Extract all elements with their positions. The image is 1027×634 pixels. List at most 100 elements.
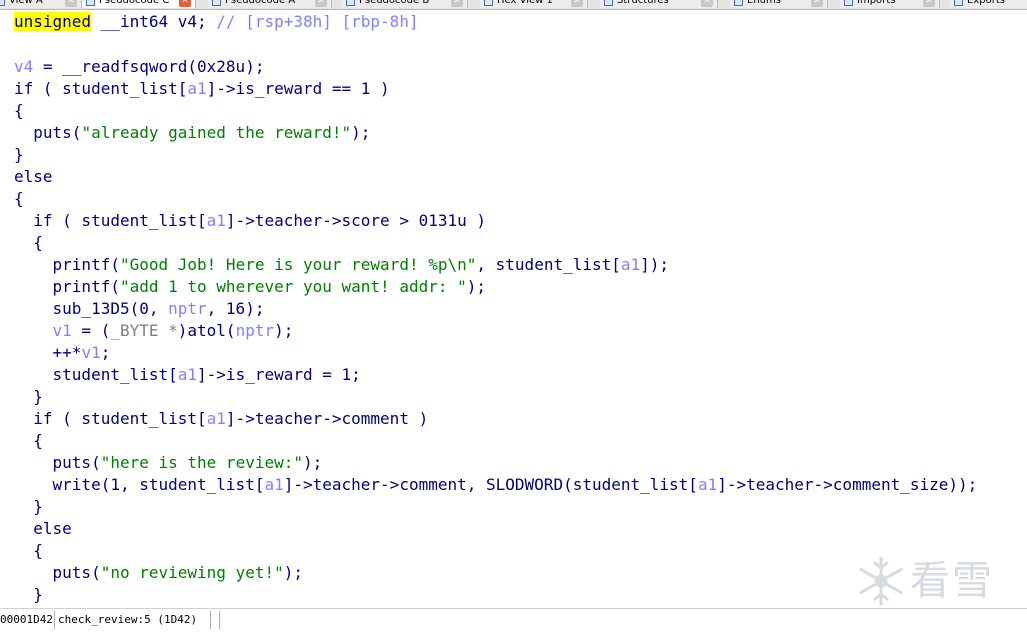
tab-close-icon[interactable]: ✕ — [701, 0, 713, 7]
code-line[interactable]: printf("Good Job! Here is your reward! %… — [14, 254, 670, 276]
code-token: printf( — [14, 277, 120, 296]
tab-view-icon — [604, 0, 613, 6]
code-token: { — [14, 431, 43, 450]
code-line[interactable]: student_list[a1]->is_reward = 1; — [14, 364, 361, 386]
code-variable[interactable]: a1 — [207, 211, 226, 230]
code-string: "Good Job! Here is your reward! %p\n" — [119, 255, 477, 274]
code-line[interactable]: } — [14, 386, 43, 408]
code-token: if ( student_list[ — [14, 79, 188, 98]
code-line[interactable]: if ( student_list[a1]->teacher->score > … — [14, 210, 486, 232]
code-token: ]->is_reward = 1; — [197, 365, 361, 384]
code-token: if ( student_list[ — [14, 409, 207, 428]
code-line[interactable]: { — [14, 430, 43, 452]
code-line[interactable]: ++*v1; — [14, 342, 111, 364]
code-variable[interactable]: a1 — [264, 475, 283, 494]
code-line[interactable]: puts("no reviewing yet!"); — [14, 562, 303, 584]
code-line[interactable]: { — [14, 100, 24, 122]
tab-pseudocode-b[interactable]: Pseudocode B ✕ — [342, 0, 468, 8]
code-line[interactable]: } — [14, 144, 24, 166]
code-variable[interactable]: a1 — [698, 475, 717, 494]
tab-pseudocode-a[interactable]: Pseudocode A ✕ — [208, 0, 332, 8]
tab-close-icon[interactable]: ✕ — [65, 0, 77, 7]
tab-close-icon[interactable]: ✕ — [179, 0, 191, 7]
code-token: ]->teacher->comment, SLODWORD(student_li… — [283, 475, 698, 494]
code-token: { — [14, 233, 43, 252]
tab-structures[interactable]: Structures ✕ — [600, 0, 718, 8]
code-line[interactable]: write(1, student_list[a1]->teacher->comm… — [14, 474, 978, 496]
tab-close-icon[interactable]: ✕ — [811, 0, 823, 7]
code-token: ); — [351, 123, 371, 142]
tab-view-icon — [484, 0, 493, 6]
code-token: )atol( — [177, 321, 236, 340]
tab-view-a[interactable]: View A ✕ — [0, 0, 82, 8]
code-line[interactable]: else — [14, 166, 53, 188]
status-bar: 00001D42 check_review:5 (1D42) — [0, 608, 1027, 634]
tab-view-icon — [0, 0, 5, 6]
code-token: ]->teacher->comment_size)); — [717, 475, 978, 494]
tab-label: Exports — [967, 0, 1005, 6]
code-line[interactable]: { — [14, 540, 43, 562]
tab-label: Structures — [617, 0, 669, 6]
status-divider — [210, 611, 211, 629]
code-token: ]->teacher->comment ) — [225, 409, 429, 428]
pseudocode-view[interactable]: unsigned __int64 v4; // [rsp+38h] [rbp-8… — [0, 11, 1027, 606]
variable-declaration-line: unsigned __int64 v4; // [rsp+38h] [rbp-8… — [14, 11, 419, 33]
tab-label: Pseudocode B — [359, 0, 430, 6]
tab-close-icon[interactable]: ✕ — [451, 0, 463, 7]
code-token: = ( — [71, 321, 111, 340]
code-token: puts( — [14, 123, 82, 142]
code-line[interactable]: { — [14, 188, 24, 210]
code-variable[interactable]: v1 — [53, 321, 72, 340]
code-token: { — [14, 189, 24, 208]
code-token: ); — [466, 277, 487, 296]
code-string: "here is the review:" — [100, 453, 303, 472]
code-variable[interactable]: a1 — [187, 79, 206, 98]
code-variable[interactable]: a1 — [621, 255, 640, 274]
tab-enums[interactable]: Enums ✕ — [730, 0, 828, 8]
tab-imports[interactable]: Imports ✕ — [840, 0, 940, 8]
code-variable[interactable]: v4 — [14, 57, 33, 76]
code-line[interactable]: } — [14, 496, 43, 518]
tab-exports[interactable]: Exports✕ — [950, 0, 1027, 8]
code-variable[interactable]: nptr — [236, 321, 275, 340]
status-divider — [54, 611, 55, 629]
code-token: puts( — [14, 453, 101, 472]
tab-label: Pseudocode A — [225, 0, 296, 6]
declaration-comment: // [rsp+38h] [rbp-8h] — [206, 12, 419, 31]
code-line[interactable]: if ( student_list[a1]->is_reward == 1 ) — [14, 78, 390, 100]
code-line[interactable]: else — [14, 518, 72, 540]
code-line[interactable]: { — [14, 232, 43, 254]
code-variable[interactable]: a1 — [178, 365, 197, 384]
declaration-text[interactable]: __int64 v4; — [91, 12, 207, 31]
code-token: { — [14, 101, 24, 120]
tab-label: View A — [9, 0, 43, 6]
code-line[interactable]: puts("here is the review:"); — [14, 452, 323, 474]
code-line[interactable]: if ( student_list[a1]->teacher->comment … — [14, 408, 428, 430]
code-token: } — [14, 585, 43, 604]
code-line[interactable]: printf("add 1 to wherever you want! addr… — [14, 276, 486, 298]
tab-close-icon[interactable]: ✕ — [315, 0, 327, 7]
code-variable[interactable]: v1 — [81, 343, 100, 362]
tab-close-icon[interactable]: ✕ — [923, 0, 935, 7]
tab-pseudocode-c[interactable]: Pseudocode C ✕ — [82, 0, 196, 8]
tab-view-icon — [346, 0, 355, 6]
tab-label: Pseudocode C — [99, 0, 170, 6]
code-line[interactable]: } — [14, 584, 43, 606]
tab-view-icon — [734, 0, 743, 6]
code-line[interactable]: v1 = (_BYTE *)atol(nptr); — [14, 320, 294, 342]
code-variable[interactable]: a1 — [207, 409, 226, 428]
code-type: _BYTE * — [110, 321, 178, 340]
code-line[interactable]: v4 = __readfsqword(0x28u); — [14, 56, 264, 78]
watermark-text: 看雪 — [910, 558, 994, 604]
code-token: ); — [303, 453, 323, 472]
code-token: , 16); — [206, 299, 265, 318]
code-variable[interactable]: nptr — [168, 299, 207, 318]
highlighted-keyword[interactable]: unsigned — [14, 12, 92, 31]
tab-close-icon[interactable]: ✕ — [571, 0, 583, 7]
code-line[interactable]: puts("already gained the reward!"); — [14, 122, 370, 144]
code-line[interactable]: sub_13D5(0, nptr, 16); — [14, 298, 265, 320]
tab-view-icon — [86, 0, 95, 6]
tab-hex-view-1[interactable]: Hex View 1 ✕ — [480, 0, 588, 8]
tab-bar: View A ✕ Pseudocode C ✕ Pseudocode A ✕ Pseudoc… — [0, 0, 1027, 10]
